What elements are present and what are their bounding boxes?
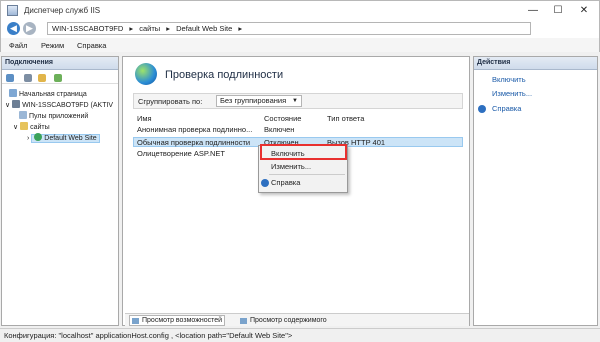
address-path[interactable]: WIN-1SSCABOT9FD ▸ сайты ▸ Default Web Si… [47,22,531,35]
menu-file[interactable]: Файл [9,41,27,50]
connect-icon[interactable] [6,74,14,82]
page-title: Проверка подлинности [165,69,284,81]
context-separator [269,174,345,175]
menu-bar: Файл Режим Справка [0,38,600,52]
window-title: Диспетчер служб IIS [24,6,101,15]
tree-item-sites[interactable]: ∨ сайты [13,122,50,132]
column-response-type[interactable]: Тип ответа [327,114,364,123]
column-state[interactable]: Состояние [264,114,301,123]
maximize-button[interactable]: ☐ [550,4,566,18]
address-segment-server[interactable]: WIN-1SSCABOT9FD [52,24,123,33]
menu-view[interactable]: Режим [41,41,64,50]
disconnect-icon[interactable] [54,74,62,82]
address-bar: ◀ ▶ WIN-1SSCABOT9FD ▸ сайты ▸ Default We… [0,20,600,38]
tab-content-view[interactable]: Просмотр содержимого [237,315,330,326]
group-by-label: Сгруппировать по: [138,97,203,106]
connections-header: Подключения [2,57,118,70]
highlight-frame [260,144,347,160]
tree-item-server[interactable]: ∨ WIN-1SSCABOT9FD (AKTIV [5,100,113,110]
help-icon [478,105,486,113]
server-icon [12,100,21,108]
title-bar: Диспетчер служб IIS — ☐ ✕ [0,0,600,20]
home-page-icon [9,89,17,97]
action-help[interactable]: Справка [492,104,521,114]
connections-panel: Подключения Начальная страница ∨ WIN-1SS… [1,56,119,326]
address-segment-sites[interactable]: сайты [139,24,160,33]
chevron-down-icon: ▼ [292,98,298,104]
globe-icon [34,133,43,141]
minimize-button[interactable]: — [525,4,541,18]
close-button[interactable]: ✕ [576,4,592,18]
forward-button[interactable]: ▶ [23,22,36,35]
address-segment-site[interactable]: Default Web Site [176,24,232,33]
context-edit[interactable]: Изменить... [259,162,347,172]
column-name[interactable]: Имя [137,114,152,123]
content-view-icon [240,318,247,324]
tree-item-app-pools[interactable]: Пулы приложений [19,111,88,121]
status-bar: Конфигурация: "localhost" applicationHos… [0,328,600,342]
context-help[interactable]: Справка [259,178,347,188]
action-edit[interactable]: Изменить... [492,89,532,99]
actions-header: Действия [474,57,597,70]
folder-icon [20,122,29,130]
actions-panel: Действия Включить Изменить... Справка [473,56,598,326]
address-separator[interactable]: ▸ [166,24,170,33]
back-button[interactable]: ◀ [7,22,20,35]
iis-app-icon [7,5,18,16]
connections-toolbar [2,70,118,84]
group-by-dropdown[interactable]: Без группирования ▼ [216,95,302,107]
view-tabs: Просмотр возможностей Просмотр содержимо… [125,313,469,326]
tree-item-default-web-site[interactable]: › Default Web Site [27,133,100,143]
features-view-icon [132,318,139,324]
globe-icon [135,63,157,85]
action-enable[interactable]: Включить [492,75,526,85]
address-separator[interactable]: ▸ [238,24,242,33]
tree-item-start-page[interactable]: Начальная страница [9,89,87,99]
tab-features-view[interactable]: Просмотр возможностей [129,315,226,326]
up-icon[interactable] [38,74,46,82]
group-by-bar: Сгруппировать по: Без группирования ▼ [133,93,463,109]
app-pools-icon [19,111,27,119]
save-icon[interactable] [24,74,32,82]
table-row[interactable]: Анонимная проверка подлинно... Включен [133,125,463,135]
menu-help[interactable]: Справка [77,41,106,50]
address-separator[interactable]: ▸ [129,24,133,33]
